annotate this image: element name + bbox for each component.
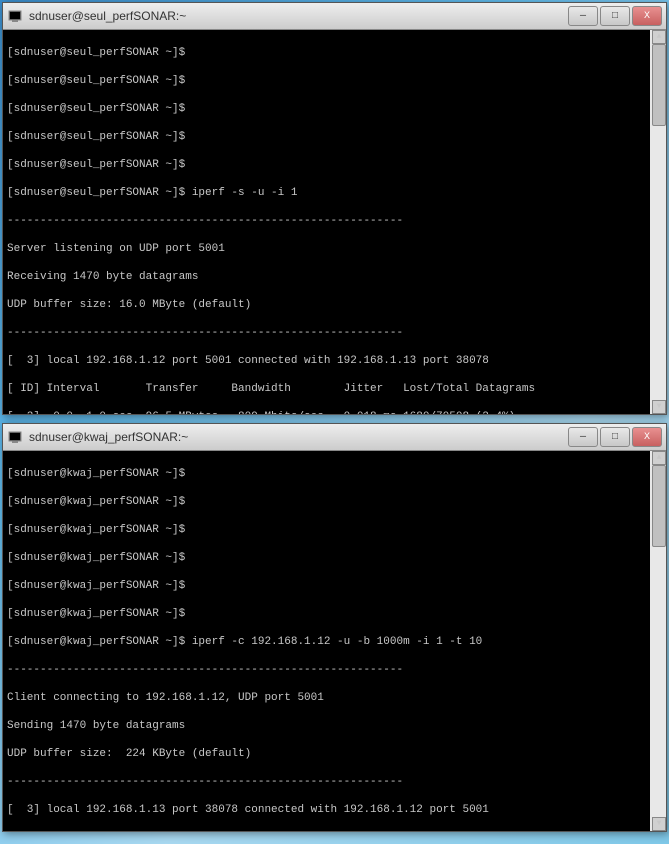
connected-line: [ 3] local 192.168.1.12 port 5001 connec… <box>7 354 644 368</box>
table-row: [ 3] 0.0- 1.0 sec 96.5 MBytes 809 Mbits/… <box>7 410 644 414</box>
terminal-content-1: [sdnuser@seul_perfSONAR ~]$ [sdnuser@seu… <box>7 32 662 414</box>
scroll-thumb[interactable] <box>652 465 666 547</box>
send-datagrams: Sending 1470 byte datagrams <box>7 719 644 733</box>
terminal-window-1: sdnuser@seul_perfSONAR:~ — □ X [sdnuser@… <box>2 2 667 415</box>
maximize-button[interactable]: □ <box>600 427 630 447</box>
divider: ----------------------------------------… <box>7 326 644 340</box>
divider: ----------------------------------------… <box>7 775 644 789</box>
close-button[interactable]: X <box>632 427 662 447</box>
server-listen: Server listening on UDP port 5001 <box>7 242 644 256</box>
udp-buffer: UDP buffer size: 224 KByte (default) <box>7 747 644 761</box>
client-connect: Client connecting to 192.168.1.12, UDP p… <box>7 691 644 705</box>
prompt-line: [sdnuser@seul_perfSONAR ~]$ <box>7 46 644 60</box>
column-header: [ ID] Interval Transfer Bandwidth Jitter… <box>7 382 644 396</box>
titlebar-1[interactable]: sdnuser@seul_perfSONAR:~ — □ X <box>3 3 666 30</box>
window-controls-2: — □ X <box>566 427 662 447</box>
prompt-line: [sdnuser@seul_perfSONAR ~]$ iperf -s -u … <box>7 186 644 200</box>
close-button[interactable]: X <box>632 6 662 26</box>
terminal-content-2: [sdnuser@kwaj_perfSONAR ~]$ [sdnuser@kwa… <box>7 453 662 831</box>
scrollbar-1[interactable]: ▲ ▼ <box>650 30 666 414</box>
divider: ----------------------------------------… <box>7 214 644 228</box>
scroll-down-icon[interactable]: ▼ <box>652 400 666 414</box>
window-title-2: sdnuser@kwaj_perfSONAR:~ <box>29 430 566 444</box>
putty-icon <box>7 8 23 24</box>
prompt-line: [sdnuser@kwaj_perfSONAR ~]$ <box>7 467 644 481</box>
titlebar-2[interactable]: sdnuser@kwaj_perfSONAR:~ — □ X <box>3 424 666 451</box>
prompt-line: [sdnuser@kwaj_perfSONAR ~]$ <box>7 495 644 509</box>
minimize-button[interactable]: — <box>568 427 598 447</box>
prompt-line: [sdnuser@kwaj_perfSONAR ~]$ <box>7 579 644 593</box>
scrollbar-2[interactable]: ▲ ▼ <box>650 451 666 831</box>
scroll-up-icon[interactable]: ▲ <box>652 451 666 465</box>
udp-buffer: UDP buffer size: 16.0 MByte (default) <box>7 298 644 312</box>
prompt-line: [sdnuser@seul_perfSONAR ~]$ <box>7 102 644 116</box>
recv-datagrams: Receiving 1470 byte datagrams <box>7 270 644 284</box>
terminal-body-2[interactable]: [sdnuser@kwaj_perfSONAR ~]$ [sdnuser@kwa… <box>3 451 666 831</box>
prompt-line: [sdnuser@kwaj_perfSONAR ~]$ <box>7 551 644 565</box>
putty-icon <box>7 429 23 445</box>
scroll-up-icon[interactable]: ▲ <box>652 30 666 44</box>
terminal-body-1[interactable]: [sdnuser@seul_perfSONAR ~]$ [sdnuser@seu… <box>3 30 666 414</box>
connected-line: [ 3] local 192.168.1.13 port 38078 conne… <box>7 803 644 817</box>
prompt-line: [sdnuser@kwaj_perfSONAR ~]$ <box>7 607 644 621</box>
maximize-button[interactable]: □ <box>600 6 630 26</box>
window-controls-1: — □ X <box>566 6 662 26</box>
scroll-thumb[interactable] <box>652 44 666 126</box>
prompt-line: [sdnuser@kwaj_perfSONAR ~]$ <box>7 523 644 537</box>
scroll-down-icon[interactable]: ▼ <box>652 817 666 831</box>
minimize-button[interactable]: — <box>568 6 598 26</box>
divider: ----------------------------------------… <box>7 663 644 677</box>
window-title-1: sdnuser@seul_perfSONAR:~ <box>29 9 566 23</box>
prompt-line: [sdnuser@seul_perfSONAR ~]$ <box>7 130 644 144</box>
prompt-line: [sdnuser@seul_perfSONAR ~]$ <box>7 74 644 88</box>
prompt-line: [sdnuser@seul_perfSONAR ~]$ <box>7 158 644 172</box>
prompt-line: [sdnuser@kwaj_perfSONAR ~]$ iperf -c 192… <box>7 635 644 649</box>
terminal-window-2: sdnuser@kwaj_perfSONAR:~ — □ X [sdnuser@… <box>2 423 667 832</box>
